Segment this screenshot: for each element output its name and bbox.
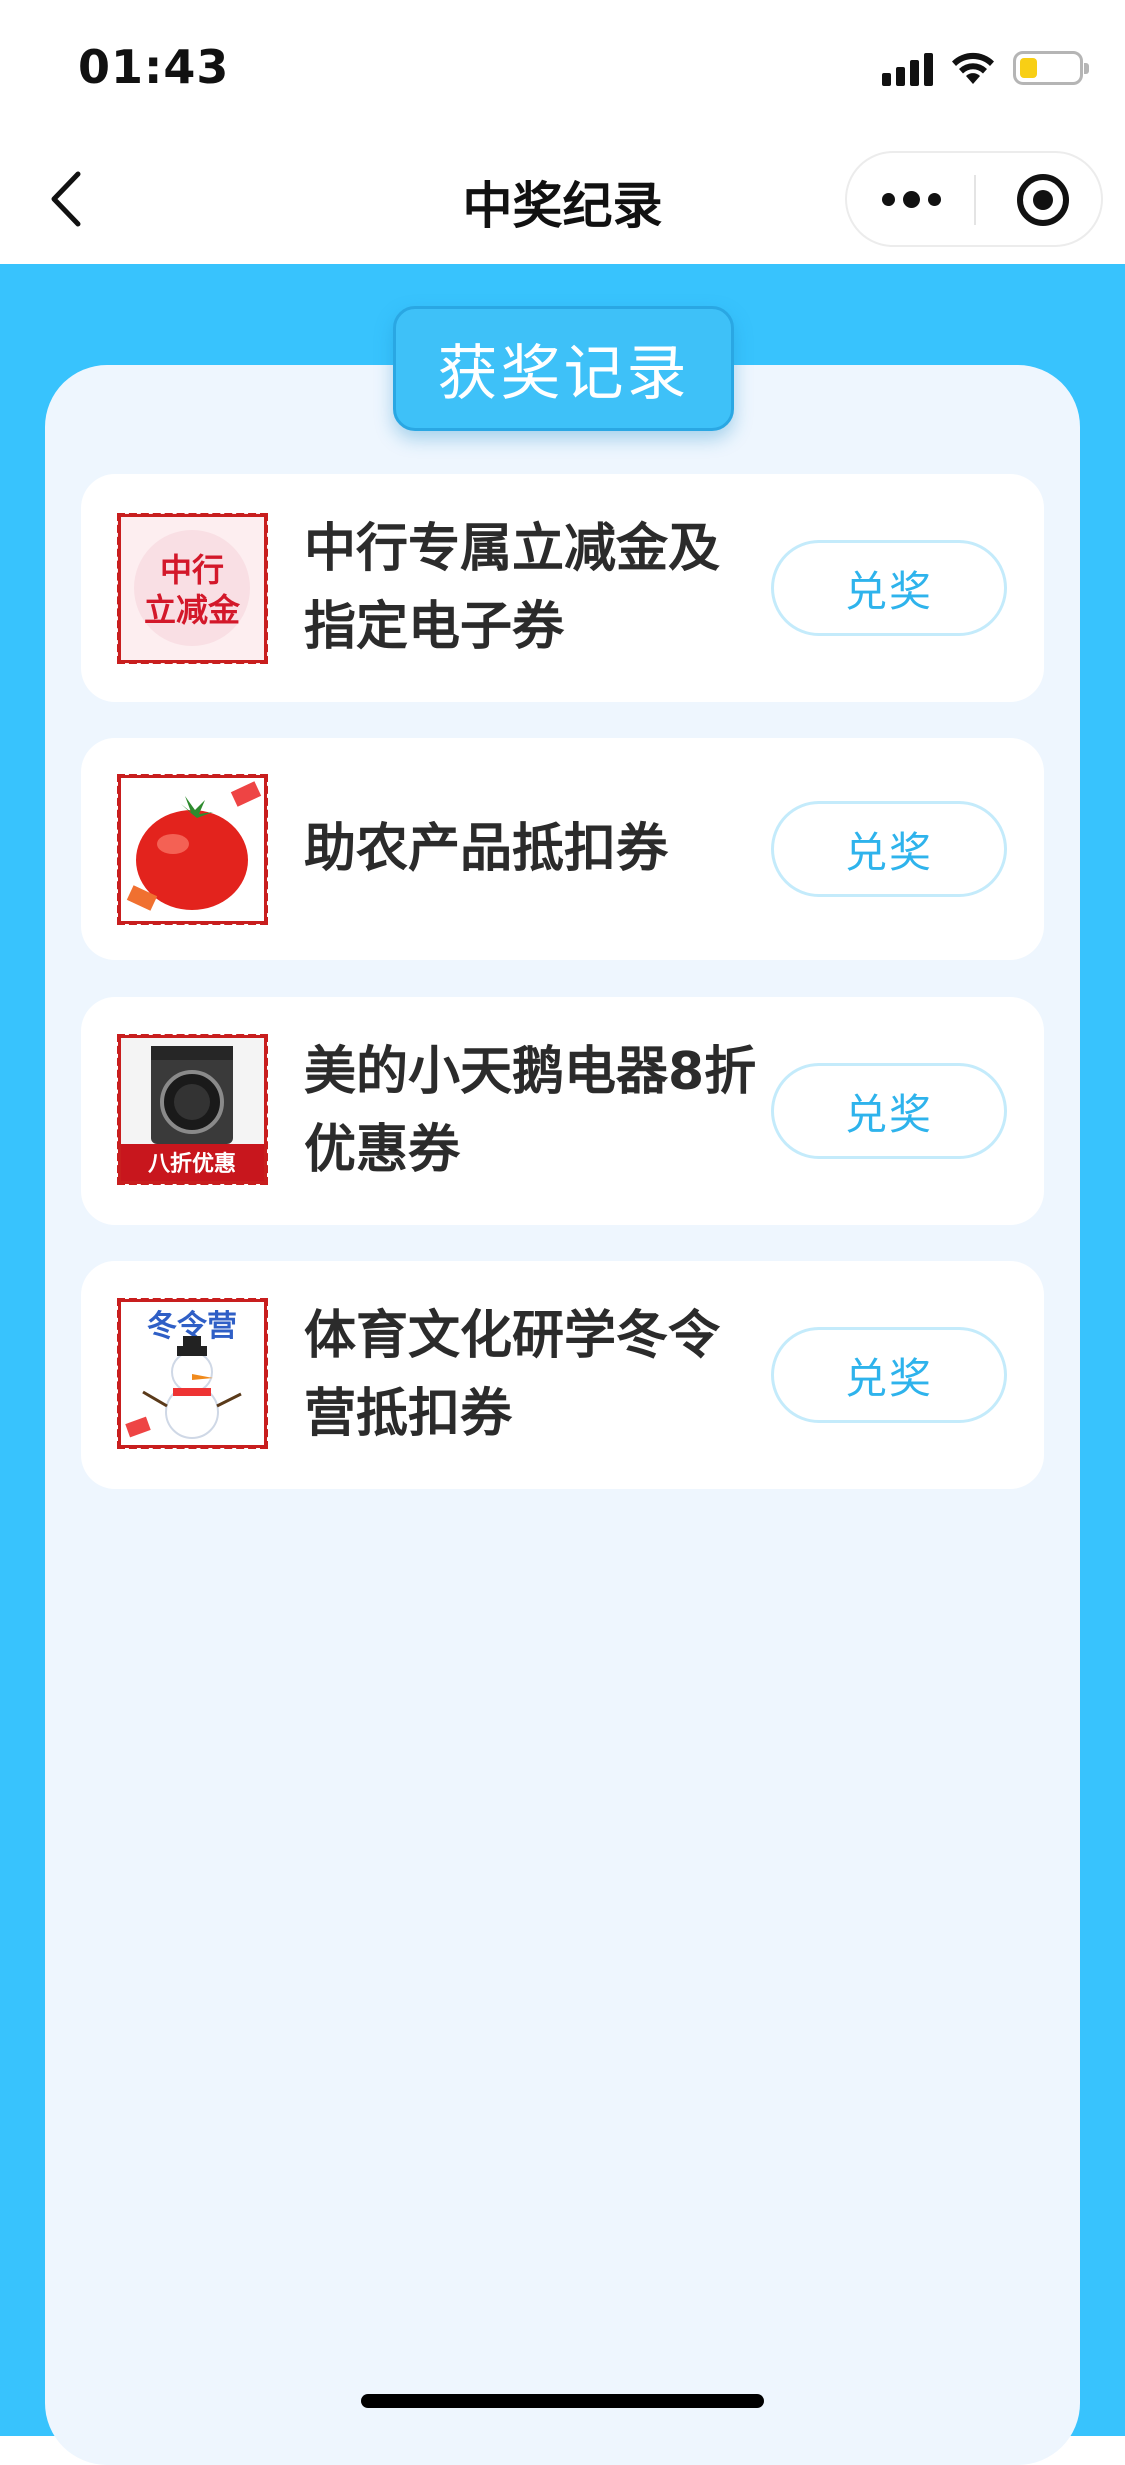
prize-thumb-midea: 八折优惠 [117,1034,268,1185]
signal-icon [882,50,933,86]
nav-bar: 中奖纪录 [0,134,1125,264]
prize-card: 助农产品抵扣券 兑奖 [81,738,1044,960]
more-button[interactable] [847,153,975,245]
redeem-button[interactable]: 兑奖 [771,1327,1007,1423]
panel-tab-title: 获奖记录 [393,306,734,431]
prize-name: 美的小天鹅电器8折 优惠券 [304,1042,757,1180]
coupon-icon: 中行 立减金 [134,530,250,646]
capsule-divider [974,175,976,225]
battery-level [1020,58,1037,78]
svg-text:立减金: 立减金 [144,592,241,628]
prize-name: 中行专属立减金及 指定电子券 [304,519,721,657]
status-icons [882,46,1089,90]
prize-card: 八折优惠 美的小天鹅电器8折 优惠券 兑奖 [81,997,1044,1225]
prize-name: 体育文化研学冬令 营抵扣券 [304,1306,721,1444]
wifi-icon [952,52,994,84]
prize-card: 冬令营 体育文化研学冬令 营抵扣券 兑奖 [81,1261,1044,1489]
tomato-icon [126,781,262,911]
status-time: 01:43 [78,40,230,94]
svg-text:中行: 中行 [160,552,224,588]
prize-thumb-farm [117,774,268,925]
more-dots-icon [881,192,895,206]
prize-name: 助农产品抵扣券 [304,819,669,879]
redeem-button[interactable]: 兑奖 [771,1063,1007,1159]
svg-text:八折优惠: 八折优惠 [148,1151,236,1176]
battery-icon [1013,51,1089,85]
prize-card: 中行 立减金 中行专属立减金及 指定电子券 兑奖 [81,474,1044,702]
redeem-button[interactable]: 兑奖 [771,801,1007,897]
redeem-button[interactable]: 兑奖 [771,540,1007,636]
washing-machine-icon: 八折优惠 [121,1038,264,1181]
home-indicator[interactable] [361,2394,764,2408]
status-bar: 01:43 [0,0,1125,134]
close-miniprogram-button[interactable] [1017,174,1069,226]
prize-thumb-winter-camp: 冬令营 [117,1298,268,1449]
prize-thumb-boc: 中行 立减金 [117,513,268,664]
menu-capsule [845,151,1103,247]
snowman-icon: 冬令营 [125,1309,242,1439]
